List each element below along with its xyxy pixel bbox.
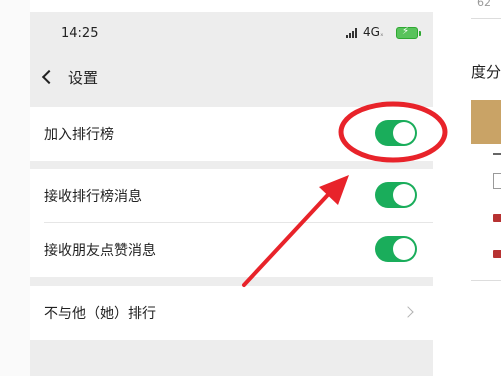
background-dash (493, 153, 501, 155)
toggle-knob (393, 184, 415, 206)
setting-row-like-messages[interactable]: 接收朋友点赞消息 (30, 223, 433, 277)
background-red-marker (493, 250, 501, 258)
background-header-band (471, 100, 501, 144)
battery-icon: ⚡ (396, 26, 421, 39)
charging-bolt-icon: ⚡ (402, 26, 410, 37)
back-arrow-icon[interactable] (41, 69, 57, 85)
join-leaderboard-toggle[interactable] (375, 120, 417, 146)
background-red-marker (493, 214, 501, 222)
background-divider (471, 280, 501, 281)
phone-screen: 14:25 4Gₓ ⚡ 设置 加入排行榜 接收排行榜消息 接收朋友点赞消息 不与… (30, 12, 433, 376)
status-time: 14:25 (61, 26, 99, 41)
page-title: 设置 (68, 69, 99, 87)
setting-row-leaderboard-messages[interactable]: 接收排行榜消息 (30, 169, 433, 223)
like-messages-toggle[interactable] (375, 236, 417, 262)
setting-label: 接收排行榜消息 (44, 189, 142, 205)
setting-label: 加入排行榜 (44, 127, 114, 143)
background-text: 度分 (471, 63, 501, 81)
background-divider (471, 18, 501, 19)
background-number: 62 (477, 0, 491, 9)
setting-row-exclude-from-ranking[interactable]: 不与他（她）排行 (30, 286, 433, 340)
setting-label: 不与他（她）排行 (44, 306, 156, 322)
setting-label: 接收朋友点赞消息 (44, 243, 156, 259)
nav-bar: 设置 (30, 56, 433, 100)
background-checkbox (493, 173, 501, 189)
toggle-knob (393, 238, 415, 260)
leaderboard-messages-toggle[interactable] (375, 182, 417, 208)
status-bar: 14:25 4Gₓ ⚡ (30, 12, 433, 56)
background-page: 62 度分 (433, 0, 501, 376)
signal-icon (346, 28, 357, 38)
setting-row-join-leaderboard[interactable]: 加入排行榜 (30, 107, 433, 161)
chevron-right-icon (402, 306, 414, 318)
network-label: 4Gₓ (363, 25, 384, 39)
background-margin (0, 0, 30, 376)
toggle-knob (393, 122, 415, 144)
